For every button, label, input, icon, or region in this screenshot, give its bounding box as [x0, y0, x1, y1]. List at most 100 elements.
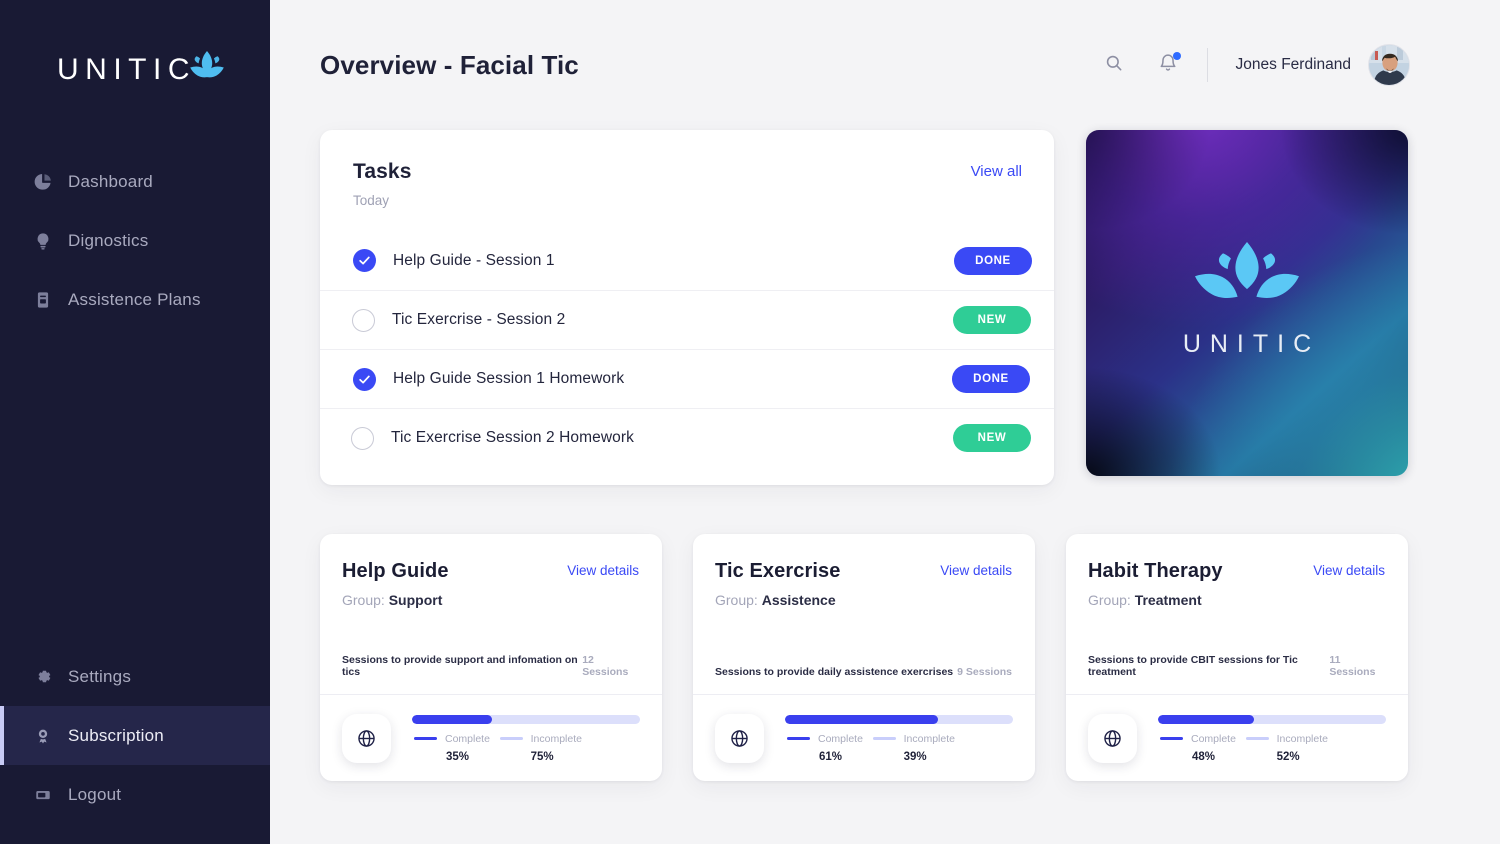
task-row[interactable]: Tic Exercrise - Session 2 NEW: [320, 290, 1054, 349]
gear-icon: [30, 664, 56, 690]
progress-fill: [785, 714, 938, 724]
plan-group-value: Treatment: [1134, 592, 1202, 608]
task-list: Help Guide - Session 1 DONE Tic Exercris…: [320, 231, 1054, 467]
sidebar-item-label: Dashboard: [68, 171, 153, 191]
progress-fill: [412, 714, 492, 724]
plan-session-count: 9 Sessions: [957, 666, 1012, 678]
progress-legend: Complete 61% Incomplete 39%: [785, 733, 1013, 763]
task-row[interactable]: Help Guide - Session 1 DONE: [320, 231, 1054, 290]
notifications-button[interactable]: [1151, 48, 1185, 82]
plan-group-label: Group:: [342, 592, 385, 608]
sidebar-item-logout[interactable]: Logout: [0, 765, 270, 824]
plan-cards-row: Help Guide View details Group: Support S…: [320, 534, 1410, 781]
task-name: Help Guide Session 1 Homework: [393, 370, 625, 387]
plan-group-value: Support: [388, 592, 443, 608]
globe-icon[interactable]: [342, 714, 391, 763]
page-title: Overview - Facial Tic: [320, 49, 579, 80]
search-button[interactable]: [1097, 48, 1131, 82]
view-all-link[interactable]: View all: [971, 163, 1022, 180]
legend-dash-incomplete: [1245, 736, 1269, 741]
progress-fill: [1158, 714, 1254, 724]
legend-dash-complete: [414, 736, 437, 741]
sidebar-item-label: Logout: [68, 784, 122, 804]
legend-value-complete: 48%: [1192, 750, 1216, 763]
plan-card-help-guide: Help Guide View details Group: Support S…: [320, 534, 662, 781]
sidebar-item-label: Subscription: [68, 725, 164, 745]
legend-label-incomplete: Incomplete: [1276, 732, 1328, 745]
legend-value-incomplete: 75%: [530, 750, 554, 763]
legend-value-complete: 35%: [446, 750, 470, 763]
view-details-link[interactable]: View details: [567, 563, 639, 578]
plan-card-habit-therapy: Habit Therapy View details Group: Treatm…: [1066, 534, 1408, 781]
task-checkbox-unchecked[interactable]: [352, 308, 375, 332]
plan-title: Habit Therapy: [1088, 560, 1223, 582]
sidebar-item-dignostics[interactable]: Dignostics: [0, 211, 270, 270]
top-bar: Overview - Facial Tic Jones Ferdinand: [270, 0, 1500, 130]
main-content: Overview - Facial Tic Jones Ferdinand Ta…: [270, 0, 1500, 844]
plan-group: Group: Support: [342, 592, 639, 608]
plan-group-label: Group:: [715, 592, 758, 608]
view-details-link[interactable]: View details: [1313, 563, 1385, 578]
task-row[interactable]: Tic Exercrise Session 2 Homework NEW: [320, 408, 1054, 467]
task-status-badge[interactable]: NEW: [953, 306, 1031, 334]
task-status-badge[interactable]: NEW: [953, 424, 1031, 452]
task-status-badge[interactable]: DONE: [952, 365, 1030, 393]
tasks-title: Tasks: [353, 160, 412, 183]
plan-title: Help Guide: [342, 560, 449, 582]
legend-label-complete: Complete: [445, 732, 490, 745]
sidebar-item-dashboard[interactable]: Dashboard: [0, 152, 270, 211]
sidebar-item-settings[interactable]: Settings: [0, 647, 270, 706]
progress-section: Complete 48% Incomplete 52%: [1158, 714, 1386, 763]
legend-value-incomplete: 52%: [1276, 750, 1300, 763]
legend-label-incomplete: Incomplete: [903, 732, 955, 745]
task-checkbox-checked[interactable]: [353, 249, 376, 272]
promo-card[interactable]: UNITIC: [1086, 130, 1408, 476]
progress-section: Complete 61% Incomplete 39%: [785, 714, 1013, 763]
plan-group-label: Group:: [1088, 592, 1131, 608]
award-icon: [30, 723, 56, 749]
lotus-icon: [1193, 240, 1301, 312]
brand-logo[interactable]: UNITIC: [0, 0, 270, 140]
globe-icon[interactable]: [1088, 714, 1137, 763]
brand-logo-text: UNITIC: [57, 53, 196, 86]
sidebar-nav-primary: Dashboard Dignostics Assistence Plans: [0, 152, 270, 329]
sidebar-nav-secondary: Settings Subscription Logout: [0, 647, 270, 824]
sidebar: UNITIC Dashboard Dignostics Assistence P…: [0, 0, 270, 844]
view-details-link[interactable]: View details: [940, 563, 1012, 578]
globe-icon[interactable]: [715, 714, 764, 763]
sidebar-item-assistence-plans[interactable]: Assistence Plans: [0, 270, 270, 329]
legend-dash-incomplete: [872, 736, 896, 741]
legend-value-incomplete: 39%: [903, 750, 927, 763]
task-status-badge[interactable]: DONE: [954, 246, 1032, 275]
app-root: UNITIC Dashboard Dignostics Assistence P…: [0, 0, 1500, 844]
legend-label-complete: Complete: [818, 732, 863, 745]
task-checkbox-unchecked[interactable]: [351, 426, 374, 450]
legend-value-complete: 61%: [819, 750, 843, 763]
legend-dash-complete: [787, 736, 810, 741]
progress-track: [785, 714, 1013, 724]
plan-title: Tic Exercrise: [715, 560, 841, 582]
plan-group-value: Assistence: [761, 592, 836, 608]
task-name: Tic Exercrise - Session 2: [392, 311, 566, 328]
sidebar-item-label: Assistence Plans: [68, 289, 201, 309]
plan-session-count: 12 Sessions: [582, 654, 629, 678]
plan-group: Group: Assistence: [715, 592, 1012, 608]
legend-label-complete: Complete: [1191, 732, 1236, 745]
tasks-header: Tasks Today View all: [320, 160, 1054, 208]
legend-label-incomplete: Incomplete: [530, 732, 582, 745]
avatar[interactable]: [1368, 44, 1410, 86]
task-checkbox-checked[interactable]: [353, 367, 376, 391]
tasks-subtitle: Today: [353, 193, 390, 208]
sidebar-item-subscription[interactable]: Subscription: [0, 706, 270, 765]
sidebar-item-label: Settings: [68, 666, 132, 686]
task-name: Help Guide - Session 1: [393, 251, 555, 269]
pie-chart-icon: [30, 169, 56, 195]
progress-track: [412, 714, 640, 724]
task-row[interactable]: Help Guide Session 1 Homework DONE: [320, 349, 1054, 408]
legend-dash-incomplete: [499, 736, 523, 741]
top-row: Tasks Today View all Help Guide - Sessio…: [320, 130, 1410, 485]
sidebar-item-label: Dignostics: [68, 230, 149, 250]
plan-session-count: 11 Sessions: [1329, 654, 1376, 678]
progress-legend: Complete 48% Incomplete 52%: [1158, 733, 1386, 763]
plan-description: Sessions to provide CBIT sessions for Ti…: [1088, 654, 1298, 678]
